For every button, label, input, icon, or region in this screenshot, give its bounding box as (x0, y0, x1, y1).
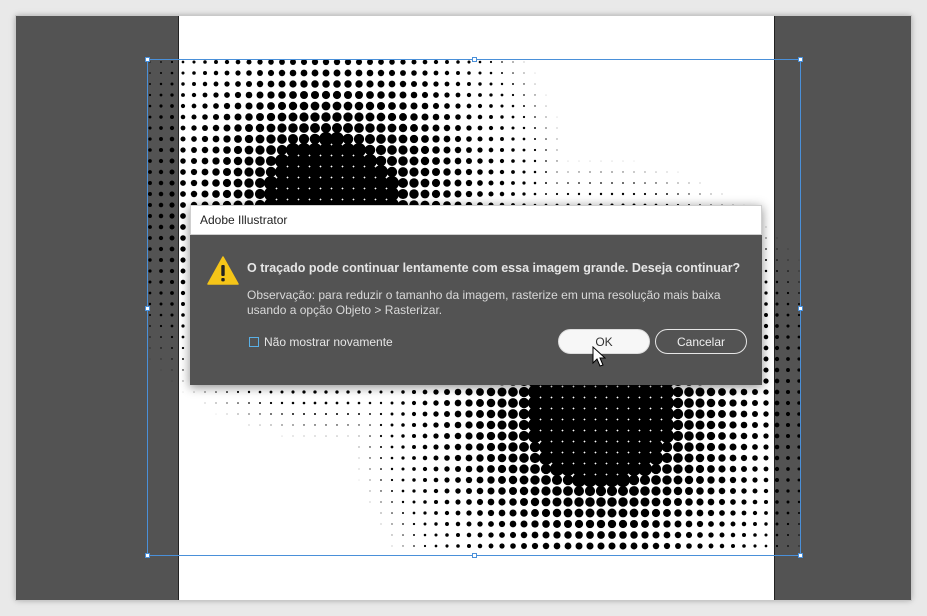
dialog-message: O traçado pode continuar lentamente com … (247, 261, 741, 275)
dialog-titlebar[interactable]: Adobe Illustrator (190, 205, 762, 235)
dont-show-again-checkbox[interactable] (249, 337, 259, 347)
resize-handle-top-center[interactable] (472, 57, 477, 62)
mouse-cursor (592, 346, 606, 367)
cancel-button[interactable]: Cancelar (655, 329, 747, 354)
resize-handle-bottom-left[interactable] (145, 553, 150, 558)
dont-show-again-label[interactable]: Não mostrar novamente (264, 335, 393, 349)
resize-handle-top-right[interactable] (798, 57, 803, 62)
resize-handle-bottom-right[interactable] (798, 553, 803, 558)
dont-show-again-option[interactable]: Não mostrar novamente (249, 335, 393, 349)
warning-icon (207, 256, 239, 285)
resize-handle-middle-left[interactable] (145, 306, 150, 311)
resize-handle-middle-right[interactable] (798, 306, 803, 311)
dialog-title: Adobe Illustrator (200, 213, 288, 227)
resize-handle-top-left[interactable] (145, 57, 150, 62)
resize-handle-bottom-center[interactable] (472, 553, 477, 558)
warning-dialog: Adobe Illustrator O traçado pode continu… (190, 205, 762, 385)
dialog-note: Observação: para reduzir o tamanho da im… (247, 288, 721, 317)
